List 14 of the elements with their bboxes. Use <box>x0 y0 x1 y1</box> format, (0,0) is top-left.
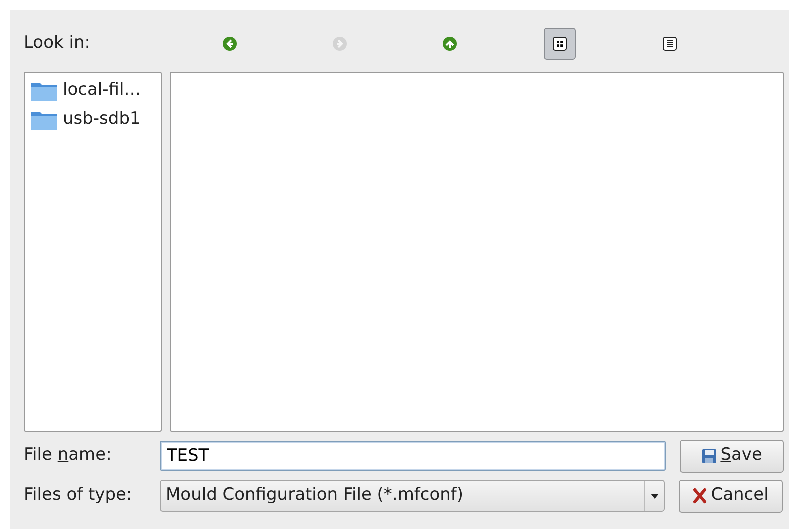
file-name-field[interactable]: TEST <box>160 441 666 471</box>
file-type-dropdown[interactable]: Mould Configuration File (*.mfconf) <box>160 480 665 512</box>
file-name-label: File name: <box>24 444 113 468</box>
save-button[interactable]: Save <box>680 440 784 472</box>
sidebar-item[interactable]: usb-sdb1 <box>63 106 141 132</box>
look-in-label: Look in: <box>24 32 92 56</box>
icon-view-icon <box>552 36 568 52</box>
file-type-label: Files of type: <box>24 484 134 508</box>
cross-icon <box>693 488 708 504</box>
cancel-button[interactable]: Cancel <box>679 480 783 512</box>
caret-icon <box>650 494 658 498</box>
detail-view-icon <box>662 36 678 52</box>
icon-view-button[interactable] <box>544 28 576 60</box>
sidebar-item[interactable]: local-fil… <box>63 78 142 104</box>
